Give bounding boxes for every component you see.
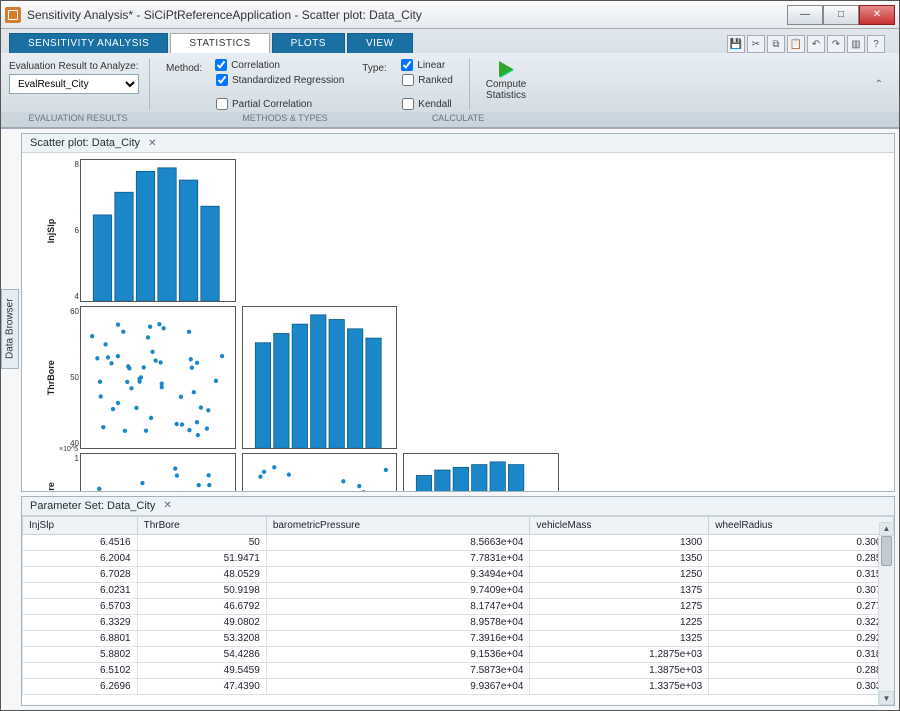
- app-window: Sensitivity Analysis* - SiCiPtReferenceA…: [0, 0, 900, 711]
- eval-result-select[interactable]: EvalResult_City: [9, 74, 139, 94]
- histogram-cell[interactable]: 864: [80, 159, 236, 302]
- table-tab[interactable]: Parameter Set: Data_City ✕: [22, 497, 894, 516]
- type-label: Type:: [362, 63, 398, 74]
- parameter-set-panel: Parameter Set: Data_City ✕ InjSlpThrBore…: [21, 496, 895, 706]
- table-row[interactable]: 6.269647.43909.9367e+041.3375e+030.3038: [23, 678, 894, 694]
- save-icon[interactable]: 💾: [727, 35, 745, 53]
- method-label: Method:: [166, 63, 212, 74]
- app-icon: [5, 7, 21, 23]
- column-header[interactable]: ThrBore: [137, 516, 266, 534]
- scatter-plot-panel: Scatter plot: Data_City ✕ InjSlp864ThrBo…: [21, 133, 895, 492]
- ribbon: SENSITIVITY ANALYSIS STATISTICS PLOTS VI…: [1, 29, 899, 128]
- scroll-up-icon[interactable]: ▲: [879, 522, 894, 536]
- undo-icon[interactable]: ↶: [807, 35, 825, 53]
- scroll-thumb[interactable]: [881, 536, 892, 566]
- table-row[interactable]: 5.880254.42869.1536e+041.2875e+030.3188: [23, 646, 894, 662]
- maximize-button[interactable]: □: [823, 5, 859, 25]
- table-row[interactable]: 6.880153.32087.3916e+0413250.2925: [23, 630, 894, 646]
- table-row[interactable]: 6.702848.05299.3494e+0412500.3150: [23, 566, 894, 582]
- chk-std-regression[interactable]: [216, 74, 228, 86]
- chk-partial-correlation[interactable]: [216, 98, 228, 110]
- group-label-methods: METHODS & TYPES: [155, 113, 415, 123]
- scroll-down-icon[interactable]: ▼: [879, 691, 894, 705]
- table-row[interactable]: 6.4516508.5663e+0413000.3000: [23, 534, 894, 550]
- scatter-cell[interactable]: [242, 453, 398, 491]
- dock-icon[interactable]: ▥: [847, 35, 865, 53]
- minimize-button[interactable]: —: [787, 5, 823, 25]
- close-tab-icon[interactable]: ✕: [148, 138, 156, 149]
- paste-icon[interactable]: 📋: [787, 35, 805, 53]
- table-scrollbar[interactable]: ▲ ▼: [878, 536, 894, 705]
- histogram-cell[interactable]: [242, 306, 398, 449]
- ribbon-collapse-icon[interactable]: ⌃: [875, 79, 891, 90]
- tab-view[interactable]: VIEW: [347, 33, 413, 53]
- chk-kendall[interactable]: [402, 98, 414, 110]
- group-label-calculate: CALCULATE: [423, 113, 493, 123]
- histogram-cell[interactable]: [403, 453, 559, 491]
- help-icon[interactable]: ?: [867, 35, 885, 53]
- window-title: Sensitivity Analysis* - SiCiPtReferenceA…: [27, 8, 787, 22]
- column-header[interactable]: InjSlp: [23, 516, 138, 534]
- tab-plots[interactable]: PLOTS: [272, 33, 345, 53]
- table-row[interactable]: 6.023150.91989.7409e+0413750.3075: [23, 582, 894, 598]
- eval-label: Evaluation Result to Analyze:: [9, 61, 139, 72]
- scatter-cell[interactable]: 10.5×10^5: [80, 453, 236, 491]
- workspace: Data Browser Scatter plot: Data_City ✕ I…: [1, 128, 899, 710]
- table-row[interactable]: 6.200451.94717.7831e+0413500.2850: [23, 550, 894, 566]
- plot-tab[interactable]: Scatter plot: Data_City ✕: [22, 134, 894, 153]
- group-label-eval: EVALUATION RESULTS: [9, 113, 147, 123]
- data-browser-tab[interactable]: Data Browser: [1, 289, 19, 369]
- table-row[interactable]: 6.570346.67928.1747e+0412750.2775: [23, 598, 894, 614]
- redo-icon[interactable]: ↷: [827, 35, 845, 53]
- table-row[interactable]: 6.510249.54597.5873e+041.3875e+030.2888: [23, 662, 894, 678]
- parameter-table[interactable]: InjSlpThrBorebarometricPressurevehicleMa…: [22, 516, 894, 695]
- chk-linear[interactable]: [401, 59, 413, 71]
- chk-correlation[interactable]: [215, 59, 227, 71]
- column-header[interactable]: vehicleMass: [530, 516, 709, 534]
- close-button[interactable]: ✕: [859, 5, 895, 25]
- plot-area[interactable]: InjSlp864ThrBore605040barometricPressure…: [22, 153, 894, 492]
- compute-statistics-button[interactable]: Compute Statistics: [480, 59, 533, 103]
- column-header[interactable]: wheelRadius: [709, 516, 894, 534]
- play-icon: [499, 61, 513, 77]
- table-row[interactable]: 6.332949.08028.9578e+0412250.3225: [23, 614, 894, 630]
- chk-ranked[interactable]: [402, 74, 414, 86]
- cut-icon[interactable]: ✂: [747, 35, 765, 53]
- tab-sensitivity-analysis[interactable]: SENSITIVITY ANALYSIS: [9, 33, 168, 53]
- titlebar[interactable]: Sensitivity Analysis* - SiCiPtReferenceA…: [1, 1, 899, 29]
- copy-icon[interactable]: ⧉: [767, 35, 785, 53]
- tab-statistics[interactable]: STATISTICS: [170, 33, 269, 53]
- column-header[interactable]: barometricPressure: [266, 516, 530, 534]
- scatter-cell[interactable]: 605040: [80, 306, 236, 449]
- close-tab-icon[interactable]: ✕: [163, 500, 171, 511]
